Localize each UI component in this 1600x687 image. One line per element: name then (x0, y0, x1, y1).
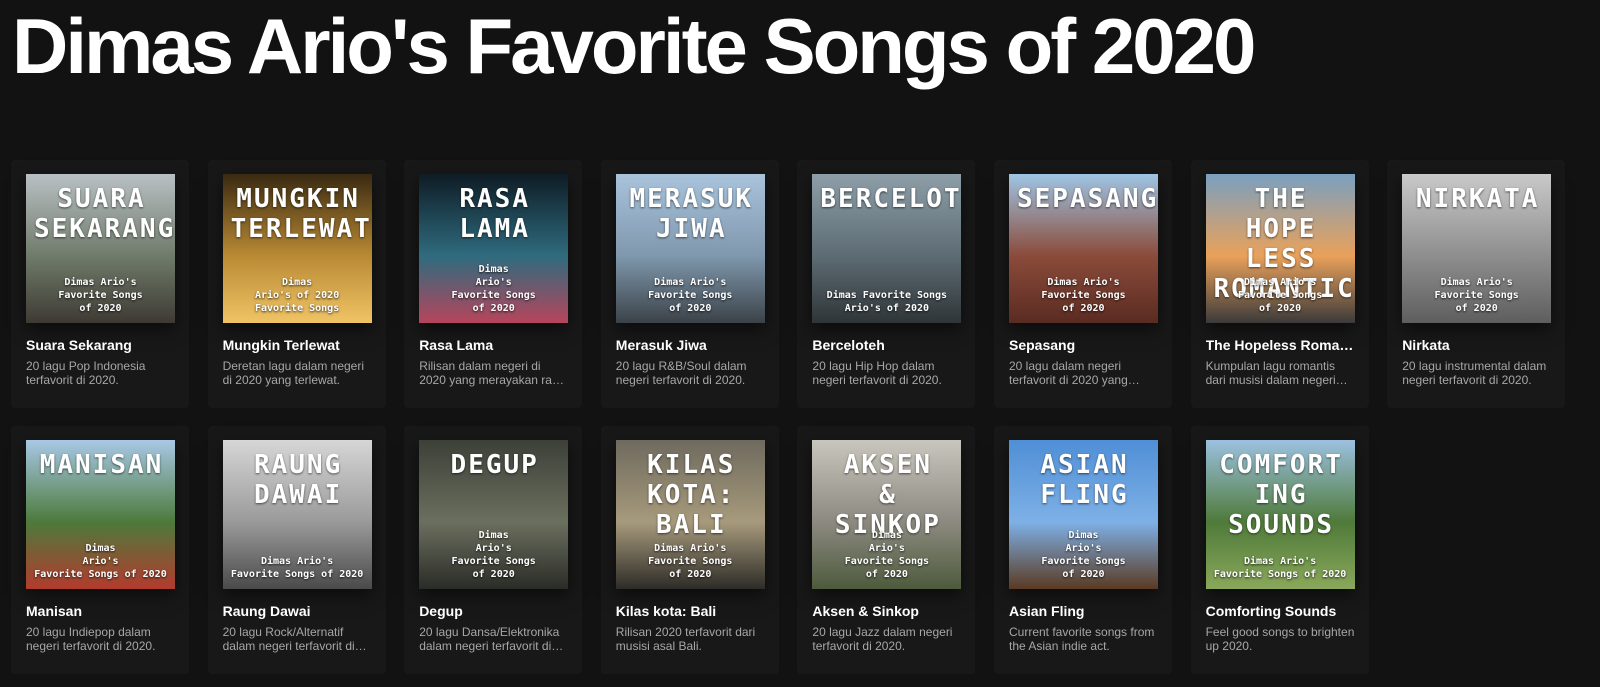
cover-credit-text: Dimas Ario's Favorite Songs of 2020 (1041, 530, 1126, 580)
playlist-card[interactable]: NIRKATA Dimas Ario's Favorite Songs of 20… (1387, 160, 1566, 408)
playlist-cover-image[interactable]: BERCELOTEH Dimas Favorite Songs Ario's of… (812, 174, 962, 323)
playlist-description: Rilisan dalam negeri di 2020 yang meraya… (419, 359, 565, 387)
cover-credit-text: Dimas Ario's Favorite Songs of 2020 (58, 277, 143, 314)
playlist-card[interactable]: RASA LAMA Dimas Ario's Favorite Songs of … (404, 160, 583, 408)
playlist-card[interactable]: MUNGKIN TERLEWAT Dimas Ario's of 2020 Fav… (207, 160, 386, 408)
cover-title-text: NIRKATA (1415, 184, 1540, 214)
playlist-cover-image[interactable]: MANISAN Dimas Ario's Favorite Songs of 20… (26, 440, 175, 589)
playlist-cover-image[interactable]: AKSEN & SINKOP Dimas Ario's Favorite Song… (812, 440, 962, 589)
cover-title-text: RAUNG DAWAI (253, 450, 343, 510)
cover-credit-text: Dimas Ario's Favorite Songs of 2020 (648, 543, 733, 580)
playlist-cover-image[interactable]: DEGUP Dimas Ario's Favorite Songs of 2020 (419, 440, 569, 589)
playlist-description: 20 lagu Indiepop dalam negeri terfavorit… (26, 625, 156, 653)
playlist-description: 20 lagu Hip Hop dalam negeri terfavorit … (812, 359, 942, 387)
playlist-title[interactable]: Degup (419, 603, 570, 619)
playlist-card[interactable]: BERCELOTEH Dimas Favorite Songs Ario's of… (797, 160, 976, 408)
cover-credit-text: Dimas Ario's Favorite Songs of 2020 (844, 530, 930, 580)
playlist-description: 20 lagu Jazz dalam negeri terfavorit di … (812, 625, 953, 653)
playlist-title[interactable]: The Hopeless Romantic (1206, 337, 1357, 353)
playlist-title[interactable]: Nirkata (1402, 337, 1553, 353)
playlist-cover-image[interactable]: NIRKATA Dimas Ario's Favorite Songs of 20… (1402, 174, 1552, 323)
playlist-title[interactable]: Merasuk Jiwa (616, 337, 767, 353)
playlist-title[interactable]: Berceloteh (812, 337, 963, 353)
cover-title-text: MERASUK JIWA (629, 184, 754, 244)
playlist-title[interactable]: Rasa Lama (419, 337, 570, 353)
playlist-title[interactable]: Aksen & Sinkop (812, 603, 963, 619)
playlist-title[interactable]: Manisan (26, 603, 177, 619)
playlist-card[interactable]: DEGUP Dimas Ario's Favorite Songs of 2020… (404, 426, 583, 674)
playlist-card[interactable]: ASIAN FLING Dimas Ario's Favorite Songs o… (994, 426, 1172, 674)
cover-credit-text: Dimas Ario's Favorite Songs of 2020 (1041, 277, 1126, 314)
cover-credit-text: Dimas Ario's Favorite Songs of 2020 (34, 543, 167, 580)
cover-title-text: RASA LAMA (459, 184, 530, 244)
playlist-description: Deretan lagu dalam negeri di 2020 yang t… (222, 359, 365, 387)
cover-credit-text: Dimas Ario's Favorite Songs of 2020 (451, 264, 536, 314)
cover-title-text: COMFORT ING SOUNDS (1219, 450, 1343, 540)
cover-credit-text: Dimas Ario's Favorite Songs of 2020 (1434, 277, 1519, 314)
cover-title-text: SUARA SEKARANG (34, 184, 175, 244)
playlist-card[interactable]: RAUNG DAWAI Dimas Ario's Favorite Songs o… (207, 426, 386, 674)
playlist-description: 20 lagu R&B/Soul dalam negeri terfavorit… (615, 359, 747, 387)
playlist-cover-image[interactable]: ASIAN FLING Dimas Ario's Favorite Songs o… (1009, 440, 1158, 589)
cover-credit-text: Dimas Ario's Favorite Songs of 2020 (230, 556, 364, 580)
playlist-cover-image[interactable]: MUNGKIN TERLEWAT Dimas Ario's of 2020 Fav… (222, 174, 372, 323)
playlist-card[interactable]: MANISAN Dimas Ario's Favorite Songs of 20… (11, 426, 189, 674)
playlist-card[interactable]: AKSEN & SINKOP Dimas Ario's Favorite Song… (797, 426, 976, 674)
playlist-title[interactable]: Asian Fling (1009, 603, 1160, 619)
playlist-card[interactable]: COMFORT ING SOUNDS Dimas Ario's Favorite … (1190, 426, 1369, 674)
playlist-description: 20 lagu Rock/Alternatif dalam negeri ter… (222, 625, 355, 653)
cover-title-text: ASIAN FLING (1040, 450, 1129, 510)
cover-title-text: DEGUP (450, 450, 539, 480)
playlist-card[interactable]: SEPASANG Dimas Ario's Favorite Songs of 2… (994, 160, 1172, 408)
playlist-description: Rilisan 2020 terfavorit dari musisi asal… (615, 625, 756, 653)
playlist-title[interactable]: Comforting Sounds (1206, 603, 1357, 619)
cover-credit-text: Dimas Ario's Favorite Songs of 2020 (451, 530, 536, 580)
cover-credit-text: Dimas Ario's Favorite Songs of 2020 (648, 277, 733, 314)
cover-title-text: BERCELOTEH (820, 184, 962, 214)
playlist-cover-image[interactable]: SUARA SEKARANG Dimas Ario's Favorite Song… (26, 174, 175, 323)
playlist-title[interactable]: Kilas kota: Bali (616, 603, 767, 619)
playlist-card[interactable]: THE HOPE LESS ROMANTIC Dimas Ario's Favor… (1190, 160, 1369, 408)
playlist-description: Feel good songs to brighten up 2020. (1205, 625, 1355, 653)
cover-title-text: SEPASANG (1017, 184, 1158, 214)
cover-title-text: MANISAN (39, 450, 164, 480)
cover-credit-text: Dimas Ario's of 2020 Favorite Songs (254, 277, 340, 314)
playlist-card[interactable]: SUARA SEKARANG Dimas Ario's Favorite Song… (11, 160, 189, 408)
playlist-title[interactable]: Raung Dawai (223, 603, 374, 619)
playlist-cover-image[interactable]: THE HOPE LESS ROMANTIC Dimas Ario's Favor… (1205, 174, 1355, 323)
playlist-description: 20 lagu instrumental dalam negeri terfav… (1402, 359, 1547, 387)
playlist-description: 20 lagu Dansa/Elektronika dalam negeri t… (419, 625, 560, 653)
playlist-description: 20 lagu Pop Indonesia terfavorit di 2020… (26, 359, 146, 387)
playlist-cover-image[interactable]: RAUNG DAWAI Dimas Ario's Favorite Songs o… (222, 440, 372, 589)
cover-title-text: AKSEN & SINKOP (834, 450, 941, 540)
playlist-card[interactable]: MERASUK JIWA Dimas Ario's Favorite Songs … (600, 160, 779, 408)
page-title: Dimas Ario's Favorite Songs of 2020 (12, 2, 1256, 90)
playlist-title[interactable]: Sepasang (1009, 337, 1160, 353)
playlist-cover-image[interactable]: MERASUK JIWA Dimas Ario's Favorite Songs … (615, 174, 765, 323)
playlist-description: Current favorite songs from the Asian in… (1009, 625, 1155, 653)
cover-credit-text: Dimas Ario's Favorite Songs of 2020 (1213, 556, 1347, 580)
cover-credit-text: Dimas Ario's Favorite Songs of 2020 (1237, 277, 1323, 314)
playlist-description: Kumpulan lagu romantis dari musisi dalam… (1205, 359, 1336, 387)
cover-title-text: MUNGKIN TERLEWAT (230, 184, 372, 244)
playlist-cover-image[interactable]: COMFORT ING SOUNDS Dimas Ario's Favorite … (1205, 440, 1355, 589)
playlist-cover-image[interactable]: SEPASANG Dimas Ario's Favorite Songs of 2… (1009, 174, 1158, 323)
playlist-card[interactable]: KILAS KOTA: BALI Dimas Ario's Favorite So… (600, 426, 779, 674)
playlist-cover-image[interactable]: KILAS KOTA: BALI Dimas Ario's Favorite So… (615, 440, 765, 589)
cover-title-text: KILAS KOTA: BALI (647, 450, 736, 540)
playlist-cover-image[interactable]: RASA LAMA Dimas Ario's Favorite Songs of … (419, 174, 569, 323)
playlist-description: 20 lagu dalam negeri terfavorit di 2020 … (1009, 359, 1128, 387)
playlist-title[interactable]: Suara Sekarang (26, 337, 177, 353)
playlist-title[interactable]: Mungkin Terlewat (223, 337, 374, 353)
cover-credit-text: Dimas Favorite Songs Ario's of 2020 (826, 290, 948, 314)
